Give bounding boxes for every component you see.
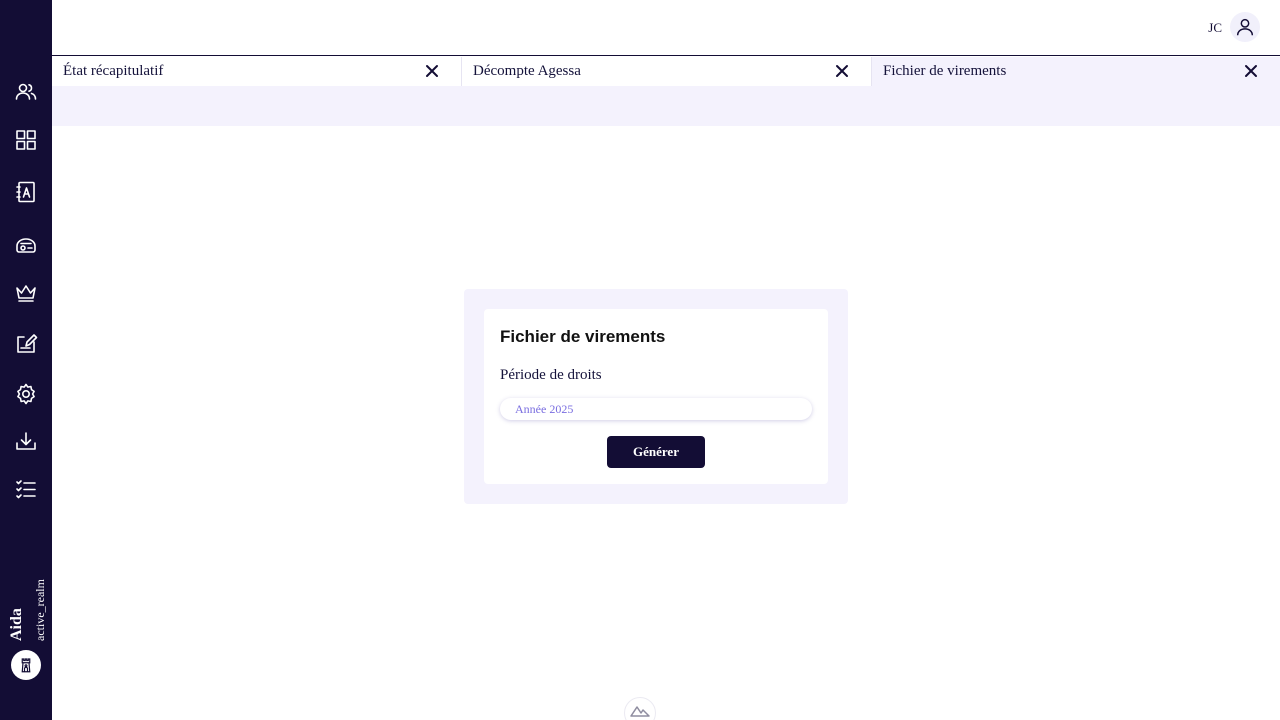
- form-title: Fichier de virements: [500, 327, 666, 346]
- close-icon[interactable]: [1244, 64, 1258, 78]
- tower-logo-icon[interactable]: [11, 650, 41, 680]
- tab-decompte-agessa[interactable]: Décompte Agessa: [462, 57, 872, 86]
- nuxt-mountain-icon[interactable]: [624, 697, 656, 720]
- tab-label: Fichier de virements: [883, 63, 1007, 79]
- users-icon[interactable]: [13, 79, 39, 105]
- tab-fichier-de-virements[interactable]: Fichier de virements: [872, 57, 1280, 86]
- form-card: Fichier de virements Période de droits G…: [484, 309, 828, 484]
- tab-bar: État récapitulatif Décompte Agessa Fichi…: [52, 57, 1280, 86]
- close-icon[interactable]: [835, 64, 849, 78]
- close-icon[interactable]: [425, 64, 439, 78]
- tab-content-band: [52, 86, 1280, 126]
- checklist-icon[interactable]: [13, 476, 39, 502]
- period-label: Période de droits: [500, 367, 602, 383]
- sidebar: Aida active_realm: [0, 0, 52, 720]
- crown-icon[interactable]: [13, 280, 39, 306]
- realm-label: active_realm: [33, 579, 47, 641]
- cash-register-icon[interactable]: [13, 232, 39, 258]
- tab-label: Décompte Agessa: [473, 63, 581, 79]
- form-panel: Fichier de virements Période de droits G…: [464, 289, 848, 504]
- period-input[interactable]: [500, 398, 812, 420]
- tab-label: État récapitulatif: [63, 63, 164, 79]
- edit-document-icon[interactable]: [13, 330, 39, 356]
- tab-etat-recapitulatif[interactable]: État récapitulatif: [52, 57, 462, 86]
- settings-gear-icon[interactable]: [13, 381, 39, 407]
- generate-button[interactable]: Générer: [607, 436, 705, 468]
- user-account-icon[interactable]: [1230, 12, 1260, 42]
- brand-name: Aida: [8, 608, 25, 641]
- top-header: JC: [52, 0, 1280, 56]
- dashboard-grid-icon[interactable]: [13, 127, 39, 153]
- download-tray-icon[interactable]: [13, 428, 39, 454]
- user-initials: JC: [1208, 20, 1222, 35]
- contacts-book-icon[interactable]: [13, 179, 39, 205]
